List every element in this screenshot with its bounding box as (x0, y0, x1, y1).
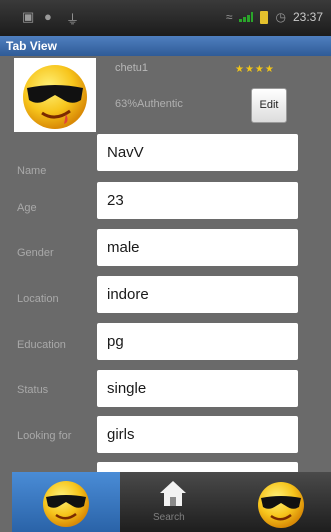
label-location: Location (17, 293, 59, 305)
usb-icon: ⏚ (66, 12, 80, 27)
sunglasses-smiley-icon (23, 65, 87, 129)
partial-field (97, 462, 298, 472)
bottom-tab-bar: Search (12, 472, 331, 532)
profile-avatar[interactable] (14, 58, 96, 132)
name-field[interactable]: NavV (97, 134, 298, 171)
notification-icon: ▣ (22, 9, 35, 24)
alarm-icon: ◷ (275, 10, 286, 24)
app-title: Tab View (0, 36, 331, 56)
label-age: Age (17, 202, 37, 214)
status-icons: ≈ ◷ 23:37 (226, 10, 323, 24)
profile-name: chetu1 (115, 62, 149, 74)
location-field[interactable]: indore (97, 276, 298, 313)
rating-stars: ★★★★ (235, 64, 275, 75)
signal-icon (239, 12, 254, 22)
label-status: Status (17, 384, 49, 396)
age-field[interactable]: 23 (97, 182, 298, 219)
edit-button[interactable]: Edit (251, 88, 287, 123)
education-field[interactable]: pg (97, 323, 298, 360)
status-bar: ▣ ● ⏚ ≈ ◷ 23:37 (0, 0, 331, 36)
status-field[interactable]: single (97, 370, 298, 407)
battery-icon (260, 10, 269, 24)
label-education: Education (17, 339, 66, 351)
home-icon (160, 481, 186, 506)
sunglasses-smiley-icon (43, 481, 89, 527)
label-name: Name (17, 165, 47, 177)
android-icon: ● (44, 9, 52, 24)
tab-search-label: Search (153, 512, 185, 523)
wifi-icon: ≈ (225, 10, 233, 24)
clock-time: 23:37 (292, 10, 323, 24)
sunglasses-smiley-icon (258, 482, 304, 528)
label-gender: Gender (17, 247, 54, 259)
looking-for-field[interactable]: girls (97, 416, 298, 453)
authentic-percent: 63%Authentic (115, 98, 183, 110)
gender-field[interactable]: male (97, 229, 298, 266)
label-looking-for: Looking for (17, 430, 72, 442)
tab-profile[interactable] (12, 472, 120, 532)
